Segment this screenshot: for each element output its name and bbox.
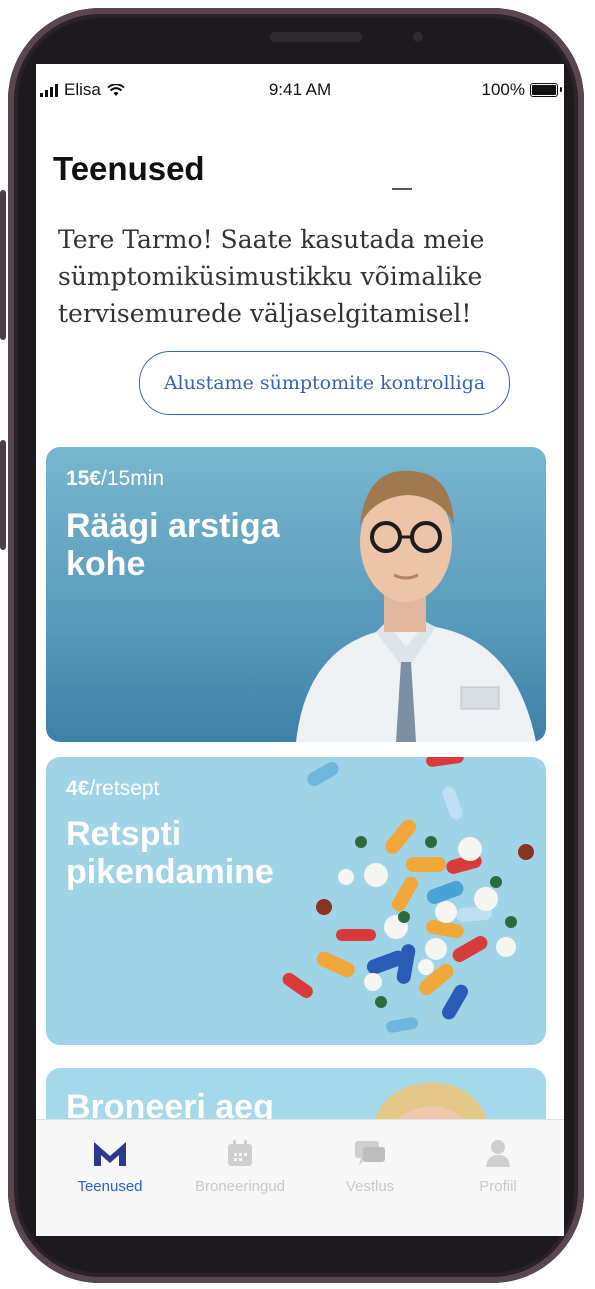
tab-teenused[interactable]: Teenused [50,1138,170,1195]
person-icon [486,1140,510,1167]
m-logo-icon [94,1142,126,1166]
doctor-photo [296,470,536,742]
card-price: 4€/retsept [66,777,160,800]
tab-label: Teenused [77,1178,143,1195]
tab-label: Profiil [479,1178,517,1195]
service-card-prescription[interactable]: 4€/retsept Retspti pikendamine [46,757,546,1045]
side-button [0,440,6,550]
status-bar: Elisa 9:41 AM 100% [36,64,564,116]
card-title: Räägi arstiga kohe [66,507,280,583]
symptom-check-button[interactable]: Alustame sümptomite kontrolliga [139,351,510,415]
service-card-doctor[interactable]: 15€/15min Räägi arstiga kohe [46,447,546,742]
tab-label: Broneeringud [194,1178,286,1195]
intro-text: Tere Tarmo! Saate kasutada meie sümptomi… [58,225,485,328]
battery-icon [530,83,562,97]
volume-button [0,190,6,340]
page-title: Teenused [53,150,205,187]
tab-profiil[interactable]: Profiil [438,1138,558,1195]
scroll-indicator [392,188,412,190]
front-camera [413,32,423,42]
card-title: Retspti pikendamine [66,815,274,891]
speaker-grille [270,32,362,42]
card-price: 15€/15min [66,467,165,490]
battery-percent: 100% [481,80,525,99]
pills-image [282,757,534,1033]
tab-bar: Teenused Broneeringud Vestlus Profiil [36,1119,564,1236]
app-screen: Elisa 9:41 AM 100% Teenused Tere Tarmo! … [36,64,564,1236]
calendar-icon [228,1140,252,1166]
chat-icon [355,1141,385,1165]
tab-vestlus[interactable]: Vestlus [310,1138,430,1195]
tab-broneeringud[interactable]: Broneeringud [180,1138,300,1195]
tab-label: Vestlus [345,1178,395,1195]
